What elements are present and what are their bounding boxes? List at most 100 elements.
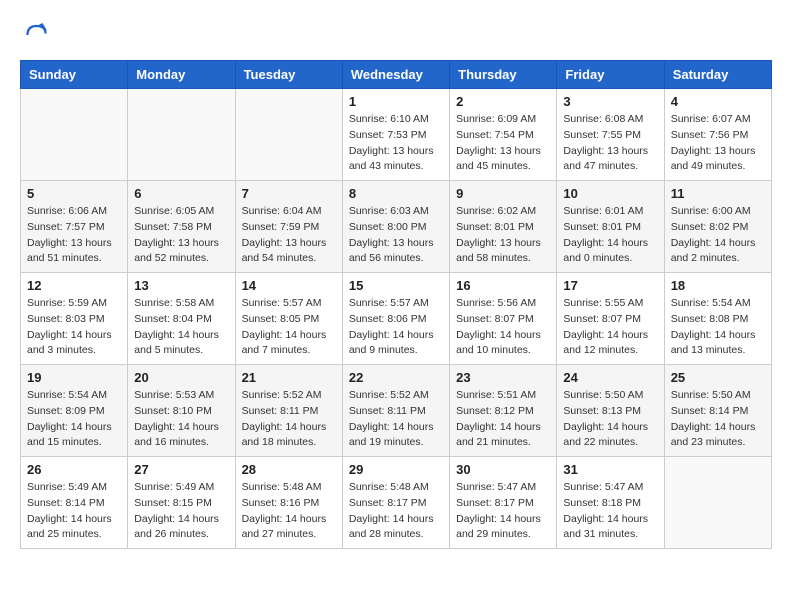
calendar-table: SundayMondayTuesdayWednesdayThursdayFrid… [20,60,772,549]
day-number: 1 [349,94,443,109]
calendar-day-cell: 29Sunrise: 5:48 AMSunset: 8:17 PMDayligh… [342,457,449,549]
day-info: Sunrise: 5:51 AMSunset: 8:12 PMDaylight:… [456,388,550,451]
calendar-day-cell: 22Sunrise: 5:52 AMSunset: 8:11 PMDayligh… [342,365,449,457]
day-number: 17 [563,278,657,293]
day-number: 8 [349,186,443,201]
day-info: Sunrise: 6:03 AMSunset: 8:00 PMDaylight:… [349,204,443,267]
day-info: Sunrise: 6:01 AMSunset: 8:01 PMDaylight:… [563,204,657,267]
day-info: Sunrise: 5:54 AMSunset: 8:09 PMDaylight:… [27,388,121,451]
calendar-day-cell: 9 Sunrise: 6:02 AMSunset: 8:01 PMDaylight… [450,181,557,273]
day-number: 14 [242,278,336,293]
day-number: 6 [134,186,228,201]
day-info: Sunrise: 5:55 AMSunset: 8:07 PMDaylight:… [563,296,657,359]
day-info: Sunrise: 5:54 AMSunset: 8:08 PMDaylight:… [671,296,765,359]
weekday-header: Friday [557,61,664,89]
day-number: 9 [456,186,550,201]
calendar-day-cell [664,457,771,549]
day-number: 23 [456,370,550,385]
calendar-day-cell: 1 Sunrise: 6:10 AMSunset: 7:53 PMDaylight… [342,89,449,181]
calendar-day-cell [21,89,128,181]
calendar-day-cell: 14 Sunrise: 5:57 AMSunset: 8:05 PMDayligh… [235,273,342,365]
calendar-day-cell: 15Sunrise: 5:57 AMSunset: 8:06 PMDayligh… [342,273,449,365]
calendar-header-row: SundayMondayTuesdayWednesdayThursdayFrid… [21,61,772,89]
day-info: Sunrise: 6:10 AMSunset: 7:53 PMDaylight:… [349,112,443,175]
day-info: Sunrise: 6:07 AMSunset: 7:56 PMDaylight:… [671,112,765,175]
day-number: 16 [456,278,550,293]
day-number: 24 [563,370,657,385]
calendar-week-row: 12 Sunrise: 5:59 AMSunset: 8:03 PMDayligh… [21,273,772,365]
day-number: 28 [242,462,336,477]
day-number: 7 [242,186,336,201]
day-number: 11 [671,186,765,201]
calendar-day-cell: 2 Sunrise: 6:09 AMSunset: 7:54 PMDaylight… [450,89,557,181]
calendar-day-cell [235,89,342,181]
calendar-day-cell: 23 Sunrise: 5:51 AMSunset: 8:12 PMDayligh… [450,365,557,457]
day-number: 2 [456,94,550,109]
day-number: 26 [27,462,121,477]
calendar-day-cell: 17 Sunrise: 5:55 AMSunset: 8:07 PMDayligh… [557,273,664,365]
calendar-day-cell: 20 Sunrise: 5:53 AMSunset: 8:10 PMDayligh… [128,365,235,457]
calendar-day-cell: 11 Sunrise: 6:00 AMSunset: 8:02 PMDayligh… [664,181,771,273]
day-info: Sunrise: 6:04 AMSunset: 7:59 PMDaylight:… [242,204,336,267]
day-number: 10 [563,186,657,201]
day-number: 19 [27,370,121,385]
day-info: Sunrise: 5:47 AMSunset: 8:18 PMDaylight:… [563,480,657,543]
calendar-day-cell [128,89,235,181]
calendar-day-cell: 19 Sunrise: 5:54 AMSunset: 8:09 PMDayligh… [21,365,128,457]
day-info: Sunrise: 5:50 AMSunset: 8:13 PMDaylight:… [563,388,657,451]
day-info: Sunrise: 5:47 AMSunset: 8:17 PMDaylight:… [456,480,550,543]
calendar-day-cell: 13 Sunrise: 5:58 AMSunset: 8:04 PMDayligh… [128,273,235,365]
calendar-week-row: 5Sunrise: 6:06 AMSunset: 7:57 PMDaylight… [21,181,772,273]
calendar-day-cell: 30 Sunrise: 5:47 AMSunset: 8:17 PMDayligh… [450,457,557,549]
day-number: 3 [563,94,657,109]
day-info: Sunrise: 5:59 AMSunset: 8:03 PMDaylight:… [27,296,121,359]
calendar-day-cell: 26 Sunrise: 5:49 AMSunset: 8:14 PMDayligh… [21,457,128,549]
day-number: 25 [671,370,765,385]
calendar-day-cell: 27Sunrise: 5:49 AMSunset: 8:15 PMDayligh… [128,457,235,549]
day-number: 21 [242,370,336,385]
day-info: Sunrise: 5:52 AMSunset: 8:11 PMDaylight:… [349,388,443,451]
calendar-day-cell: 10 Sunrise: 6:01 AMSunset: 8:01 PMDayligh… [557,181,664,273]
day-info: Sunrise: 5:57 AMSunset: 8:05 PMDaylight:… [242,296,336,359]
day-info: Sunrise: 6:05 AMSunset: 7:58 PMDaylight:… [134,204,228,267]
day-info: Sunrise: 5:56 AMSunset: 8:07 PMDaylight:… [456,296,550,359]
weekday-header: Monday [128,61,235,89]
day-number: 20 [134,370,228,385]
day-number: 27 [134,462,228,477]
calendar-day-cell: 5Sunrise: 6:06 AMSunset: 7:57 PMDaylight… [21,181,128,273]
day-number: 12 [27,278,121,293]
calendar-day-cell: 24 Sunrise: 5:50 AMSunset: 8:13 PMDayligh… [557,365,664,457]
calendar-day-cell: 31 Sunrise: 5:47 AMSunset: 8:18 PMDayligh… [557,457,664,549]
day-info: Sunrise: 5:52 AMSunset: 8:11 PMDaylight:… [242,388,336,451]
day-info: Sunrise: 5:57 AMSunset: 8:06 PMDaylight:… [349,296,443,359]
day-number: 31 [563,462,657,477]
calendar-day-cell: 16 Sunrise: 5:56 AMSunset: 8:07 PMDayligh… [450,273,557,365]
day-number: 13 [134,278,228,293]
weekday-header: Thursday [450,61,557,89]
day-info: Sunrise: 5:48 AMSunset: 8:17 PMDaylight:… [349,480,443,543]
calendar-day-cell: 21 Sunrise: 5:52 AMSunset: 8:11 PMDayligh… [235,365,342,457]
page-header [20,20,772,50]
logo-icon [20,20,50,50]
calendar-week-row: 1 Sunrise: 6:10 AMSunset: 7:53 PMDaylight… [21,89,772,181]
day-info: Sunrise: 6:02 AMSunset: 8:01 PMDaylight:… [456,204,550,267]
weekday-header: Sunday [21,61,128,89]
calendar-day-cell: 7 Sunrise: 6:04 AMSunset: 7:59 PMDaylight… [235,181,342,273]
calendar-day-cell: 28 Sunrise: 5:48 AMSunset: 8:16 PMDayligh… [235,457,342,549]
calendar-day-cell: 8 Sunrise: 6:03 AMSunset: 8:00 PMDaylight… [342,181,449,273]
day-info: Sunrise: 5:48 AMSunset: 8:16 PMDaylight:… [242,480,336,543]
day-number: 30 [456,462,550,477]
calendar-week-row: 19 Sunrise: 5:54 AMSunset: 8:09 PMDayligh… [21,365,772,457]
day-number: 4 [671,94,765,109]
day-info: Sunrise: 6:09 AMSunset: 7:54 PMDaylight:… [456,112,550,175]
day-number: 18 [671,278,765,293]
day-info: Sunrise: 6:06 AMSunset: 7:57 PMDaylight:… [27,204,121,267]
calendar-day-cell: 12 Sunrise: 5:59 AMSunset: 8:03 PMDayligh… [21,273,128,365]
day-info: Sunrise: 5:53 AMSunset: 8:10 PMDaylight:… [134,388,228,451]
calendar-day-cell: 25Sunrise: 5:50 AMSunset: 8:14 PMDayligh… [664,365,771,457]
day-info: Sunrise: 6:00 AMSunset: 8:02 PMDaylight:… [671,204,765,267]
calendar-day-cell: 18 Sunrise: 5:54 AMSunset: 8:08 PMDayligh… [664,273,771,365]
day-info: Sunrise: 5:49 AMSunset: 8:14 PMDaylight:… [27,480,121,543]
day-info: Sunrise: 5:58 AMSunset: 8:04 PMDaylight:… [134,296,228,359]
calendar-day-cell: 4 Sunrise: 6:07 AMSunset: 7:56 PMDaylight… [664,89,771,181]
